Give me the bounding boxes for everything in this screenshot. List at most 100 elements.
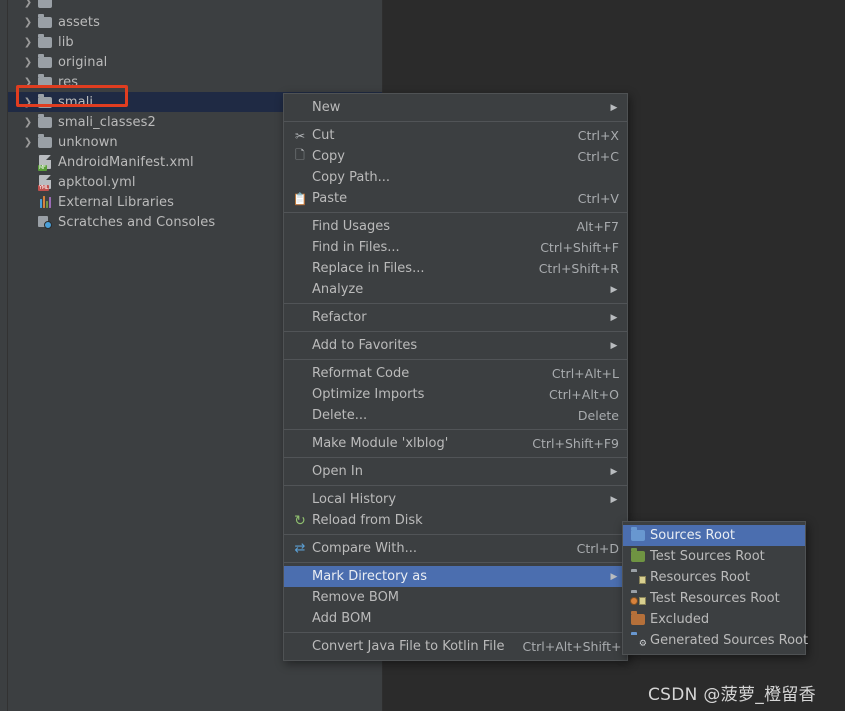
chevron-right-icon: ▶ — [610, 284, 618, 295]
menu-item-label: Find Usages — [312, 219, 391, 234]
submenu-item-excluded[interactable]: Excluded — [623, 609, 805, 630]
submenu-item-test-sources-root[interactable]: Test Sources Root — [623, 546, 805, 567]
chevron-right-icon[interactable]: ❯ — [20, 17, 36, 28]
menu-item-shortcut: Ctrl+Alt+Shift+K — [522, 639, 630, 654]
tree-item-label: AndroidManifest.xml — [58, 154, 194, 170]
resources-root-folder-icon — [628, 572, 648, 584]
submenu-item-label: Generated Sources Root — [650, 633, 809, 648]
menu-item-label: Refactor — [312, 310, 367, 325]
submenu-item-sources-root[interactable]: Sources Root — [623, 525, 805, 546]
menu-item-shortcut: Ctrl+C — [577, 149, 619, 164]
sources-root-folder-icon — [628, 527, 648, 541]
menu-item-shortcut: Ctrl+Alt+L — [551, 366, 619, 381]
chevron-right-icon[interactable]: ❯ — [20, 57, 36, 68]
tree-item-label: unknown — [58, 134, 118, 150]
menu-item-label: Reformat Code — [312, 366, 410, 381]
tree-row-res[interactable]: ❯ res — [8, 72, 382, 92]
chevron-right-icon: ▶ — [610, 494, 618, 505]
menu-item-remove-bom[interactable]: Remove BOM — [284, 587, 627, 608]
context-menu: New ▶ ✂ Cut Ctrl+X 🗋 Copy Ctrl+C Copy Pa… — [283, 93, 630, 661]
left-tool-strip[interactable] — [0, 0, 8, 711]
submenu-item-label: Sources Root — [650, 528, 736, 543]
menu-item-reload-from-disk[interactable]: ↻ Reload from Disk — [284, 510, 627, 531]
menu-item-shortcut: Ctrl+V — [577, 191, 619, 206]
tree-item-label: lib — [58, 34, 74, 50]
menu-item-label: New — [312, 100, 341, 115]
menu-item-find-in-files[interactable]: Find in Files... Ctrl+Shift+F — [284, 237, 627, 258]
menu-item-shortcut: Ctrl+D — [576, 541, 619, 556]
clipboard-icon: 📋 — [292, 191, 308, 206]
scratches-icon — [36, 215, 54, 229]
menu-item-replace-in-files[interactable]: Replace in Files... Ctrl+Shift+R — [284, 258, 627, 279]
tree-row-lib[interactable]: ❯ lib — [8, 32, 382, 52]
tree-row-original[interactable]: ❯ original — [8, 52, 382, 72]
menu-item-label: Remove BOM — [312, 590, 400, 605]
menu-separator — [284, 212, 627, 213]
menu-item-label: Convert Java File to Kotlin File — [312, 639, 505, 654]
menu-item-make-module[interactable]: Make Module 'xlblog' Ctrl+Shift+F9 — [284, 433, 627, 454]
tree-item-label: apktool.yml — [58, 174, 136, 190]
menu-item-reformat-code[interactable]: Reformat Code Ctrl+Alt+L — [284, 363, 627, 384]
menu-item-shortcut: Ctrl+Shift+F — [540, 240, 619, 255]
menu-item-label: Copy — [312, 149, 345, 164]
chevron-right-icon[interactable]: ❯ — [20, 117, 36, 128]
menu-item-shortcut: Delete — [577, 408, 619, 423]
folder-icon — [36, 53, 54, 68]
chevron-right-icon[interactable]: ❯ — [20, 97, 36, 108]
mark-directory-as-submenu: Sources Root Test Sources Root Resources… — [622, 521, 809, 655]
menu-item-open-in[interactable]: Open In ▶ — [284, 461, 627, 482]
menu-item-label: Optimize Imports — [312, 387, 425, 402]
menu-separator — [284, 359, 627, 360]
menu-item-cut[interactable]: ✂ Cut Ctrl+X — [284, 125, 627, 146]
menu-item-refactor[interactable]: Refactor ▶ — [284, 307, 627, 328]
submenu-item-resources-root[interactable]: Resources Root — [623, 567, 805, 588]
chevron-right-icon: ▶ — [610, 312, 618, 323]
menu-item-shortcut: Ctrl+Shift+F9 — [532, 436, 619, 451]
chevron-right-icon: ▶ — [610, 466, 618, 477]
menu-item-add-to-favorites[interactable]: Add to Favorites ▶ — [284, 335, 627, 356]
menu-item-compare-with[interactable]: ⇄ Compare With... Ctrl+D — [284, 538, 627, 559]
menu-item-copy-path[interactable]: Copy Path... — [284, 167, 627, 188]
menu-item-convert-java-to-kotlin[interactable]: Convert Java File to Kotlin File Ctrl+Al… — [284, 636, 630, 657]
menu-item-label: Replace in Files... — [312, 261, 425, 276]
menu-separator — [284, 429, 627, 430]
menu-item-label: Cut — [312, 128, 335, 143]
menu-item-add-bom[interactable]: Add BOM — [284, 608, 627, 629]
menu-item-local-history[interactable]: Local History ▶ — [284, 489, 627, 510]
menu-item-new[interactable]: New ▶ — [284, 97, 627, 118]
tree-item-label: smali_classes2 — [58, 114, 156, 130]
chevron-right-icon: ▶ — [610, 340, 618, 351]
chevron-right-icon[interactable]: ❯ — [20, 137, 36, 148]
menu-item-optimize-imports[interactable]: Optimize Imports Ctrl+Alt+O — [284, 384, 627, 405]
submenu-item-test-resources-root[interactable]: Test Resources Root — [623, 588, 805, 609]
menu-item-shortcut: Ctrl+Alt+O — [549, 387, 619, 402]
menu-item-shortcut: Alt+F7 — [576, 219, 619, 234]
menu-item-delete[interactable]: Delete... Delete — [284, 405, 627, 426]
excluded-folder-icon — [628, 611, 648, 625]
folder-icon — [36, 0, 54, 8]
compare-icon: ⇄ — [294, 541, 306, 556]
menu-item-label: Find in Files... — [312, 240, 400, 255]
ide-window: Sea Go Rec Nav Dro ❯ ❯ assets ❯ lib — [0, 0, 845, 711]
menu-item-find-usages[interactable]: Find Usages Alt+F7 — [284, 216, 627, 237]
tree-item-label: assets — [58, 14, 100, 30]
chevron-right-icon: ▶ — [610, 571, 618, 582]
yml-file-icon: YML — [36, 175, 54, 191]
menu-item-copy[interactable]: 🗋 Copy Ctrl+C — [284, 146, 627, 167]
folder-icon — [36, 33, 54, 48]
chevron-right-icon[interactable]: ❯ — [20, 0, 36, 8]
tree-row-cutoff-top[interactable]: ❯ — [8, 0, 382, 12]
menu-item-paste[interactable]: 📋 Paste Ctrl+V — [284, 188, 627, 209]
menu-item-label: Reload from Disk — [312, 513, 423, 528]
submenu-item-label: Resources Root — [650, 570, 750, 585]
tree-row-assets[interactable]: ❯ assets — [8, 12, 382, 32]
menu-item-label: Open In — [312, 464, 363, 479]
tree-item-label: smali — [58, 94, 94, 110]
menu-item-analyze[interactable]: Analyze ▶ — [284, 279, 627, 300]
menu-separator — [284, 457, 627, 458]
chevron-right-icon[interactable]: ❯ — [20, 77, 36, 88]
chevron-right-icon[interactable]: ❯ — [20, 37, 36, 48]
submenu-item-generated-sources-root[interactable]: ⚙ Generated Sources Root — [623, 630, 809, 651]
menu-item-label: Mark Directory as — [312, 569, 427, 584]
menu-item-mark-directory-as[interactable]: Mark Directory as ▶ — [284, 566, 627, 587]
